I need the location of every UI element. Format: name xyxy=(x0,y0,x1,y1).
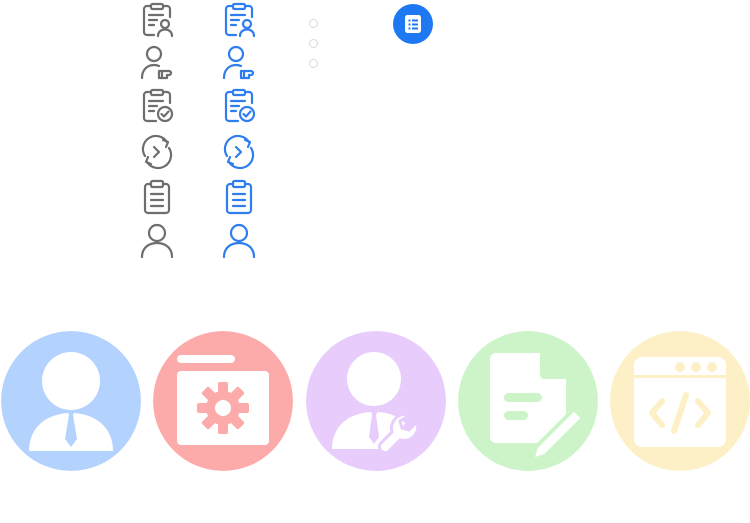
code-window-avatar xyxy=(610,331,750,471)
clipboard-list-icon-gray xyxy=(139,179,175,215)
user-pointer-icon-blue xyxy=(221,44,257,80)
clipboard-user-icon-blue xyxy=(221,2,257,38)
clipboard-check-icon-gray xyxy=(139,88,175,124)
document-edit-avatar xyxy=(458,331,598,471)
loading-dot-3 xyxy=(309,59,318,68)
user-wrench-avatar xyxy=(306,331,446,471)
businessman-icon xyxy=(1,331,141,471)
user-pointer-icon-gray xyxy=(139,44,175,80)
refresh-arrow-icon-gray xyxy=(139,134,175,170)
list-badge[interactable] xyxy=(393,4,433,44)
clipboard-user-icon-gray xyxy=(139,2,175,38)
user-outline-icon-gray xyxy=(139,222,175,258)
folder-settings-avatar xyxy=(153,331,293,471)
loading-dot-1 xyxy=(309,19,318,28)
folder-settings-icon xyxy=(153,331,293,471)
user-outline-icon-blue xyxy=(221,222,257,258)
document-edit-icon xyxy=(458,331,598,471)
user-wrench-icon xyxy=(306,331,446,471)
loading-dot-2 xyxy=(309,39,318,48)
refresh-arrow-icon-blue xyxy=(221,134,257,170)
code-window-icon xyxy=(610,331,750,471)
list-document-icon xyxy=(405,15,421,33)
businessman-avatar xyxy=(1,331,141,471)
clipboard-list-icon-blue xyxy=(221,179,257,215)
clipboard-check-icon-blue xyxy=(221,88,257,124)
